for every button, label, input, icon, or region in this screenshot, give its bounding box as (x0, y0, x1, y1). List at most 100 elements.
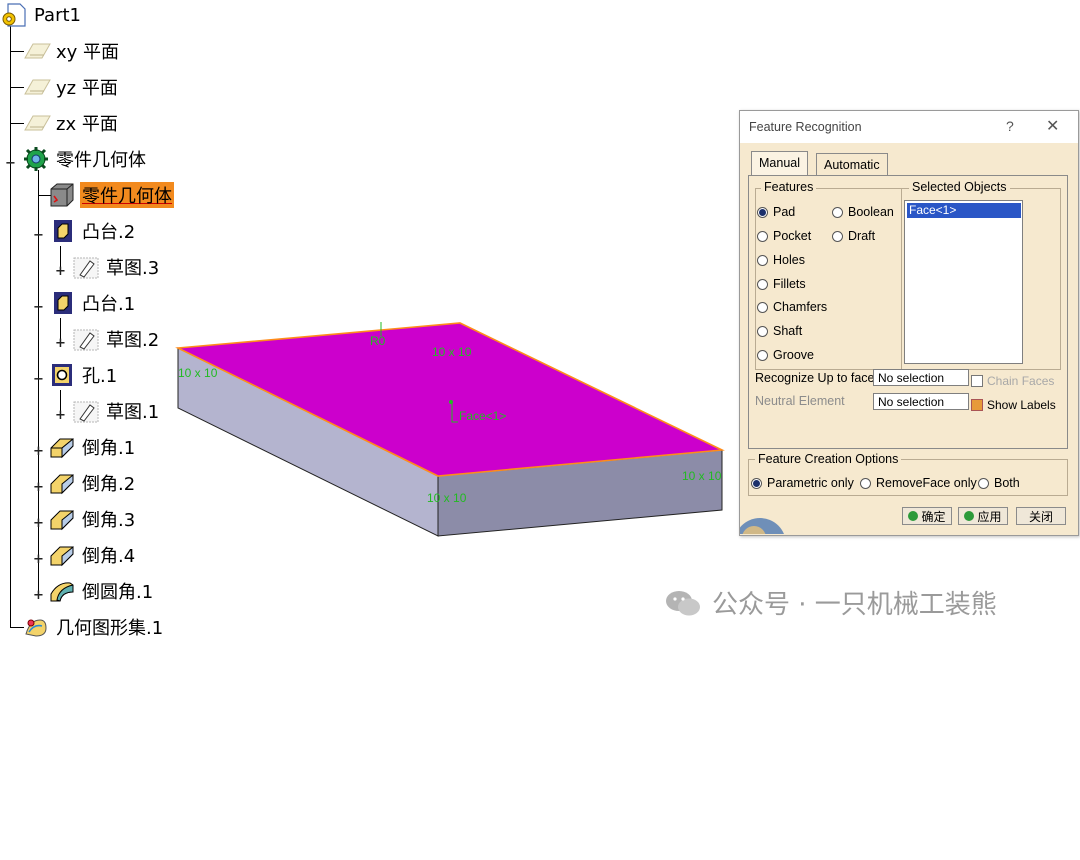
tree-item-pad-2[interactable]: 凸台.2 (48, 216, 137, 246)
neutral-element-field[interactable]: No selection (873, 393, 969, 410)
chain-faces-checkbox[interactable]: Chain Faces (971, 374, 1054, 388)
radio-groove[interactable]: Groove (757, 348, 814, 362)
geoset-label: 几何图形集.1 (56, 618, 164, 639)
tab-manual[interactable]: Manual (751, 151, 808, 176)
feature-recognition-dialog: Feature Recognition ? ✕ Manual Automatic… (739, 110, 1079, 536)
radio-label: Parametric only (767, 476, 854, 490)
radio-label: Boolean (848, 205, 894, 219)
hole-icon (48, 362, 76, 388)
tree-item-sketch-1[interactable]: 草图.1 (72, 396, 161, 426)
tree-item-sketch-3[interactable]: 草图.3 (72, 252, 161, 282)
tree-trunk-line (10, 24, 11, 628)
close-icon[interactable]: ✕ (1046, 116, 1059, 136)
collapse-icon[interactable]: − (33, 301, 44, 314)
dialog-title: Feature Recognition (749, 120, 862, 134)
radio-fillets[interactable]: Fillets (757, 277, 806, 291)
expand-icon[interactable]: + (33, 517, 44, 530)
expand-icon[interactable]: + (33, 445, 44, 458)
radio-draft[interactable]: Draft (832, 229, 875, 243)
face-anchor-dot (449, 400, 453, 404)
radio-label: Pocket (773, 229, 812, 243)
tree-item-zx-plane[interactable]: zx 平面 (22, 108, 120, 138)
radio-parametric-only[interactable]: Parametric only (751, 476, 854, 490)
radio-chamfers[interactable]: Chamfers (757, 300, 827, 314)
tree-item-chamfer-2[interactable]: 倒角.2 (48, 468, 137, 498)
selected-objects-label: Selected Objects (909, 180, 1010, 194)
radio-icon (757, 230, 768, 242)
tree-root-part[interactable]: Part1 (0, 0, 83, 30)
tree-item-body-current[interactable]: 零件几何体 (48, 180, 174, 210)
radio-icon (860, 477, 871, 489)
radio-shaft[interactable]: Shaft (757, 324, 802, 338)
tree-item-chamfer-1[interactable]: 倒角.1 (48, 432, 137, 462)
radio-icon (978, 477, 989, 489)
checkbox-label: Show Labels (987, 398, 1056, 412)
edge-dimension: 10 x 10 (427, 491, 467, 505)
radio-both[interactable]: Both (978, 476, 1020, 490)
list-item-selected[interactable]: Face<1> (907, 203, 1021, 218)
help-button[interactable]: ? (1006, 118, 1014, 134)
tree-item-chamfer-4[interactable]: 倒角.4 (48, 540, 137, 570)
tab-automatic[interactable]: Automatic (816, 153, 888, 176)
selected-body-label: 零件几何体 (80, 182, 174, 208)
radio-icon (832, 230, 843, 242)
edge-dimension: 10 x 10 (682, 469, 722, 483)
radio-pad[interactable]: Pad (757, 205, 795, 219)
radio-label: Groove (773, 348, 814, 362)
radio-removeface-only[interactable]: RemoveFace only (860, 476, 977, 490)
radio-label: Both (994, 476, 1020, 490)
feature-label: 凸台.1 (82, 294, 136, 315)
watermark-text: 公众号 · 一只机械工装熊 (712, 590, 997, 620)
dialog-titlebar[interactable]: Feature Recognition ? ✕ (740, 111, 1078, 143)
chamfer-icon (48, 470, 76, 496)
tree-item-hole-1[interactable]: 孔.1 (48, 360, 119, 390)
tree-item-sketch-2[interactable]: 草图.2 (72, 324, 161, 354)
show-labels-checkbox[interactable]: Show Labels (971, 398, 1056, 412)
radio-label: Shaft (773, 324, 803, 338)
recognize-field[interactable]: No selection (873, 369, 969, 386)
tree-item-chamfer-3[interactable]: 倒角.3 (48, 504, 137, 534)
feature-label: 孔.1 (82, 366, 118, 387)
expand-icon[interactable]: + (33, 589, 44, 602)
sketch-label: 草图.2 (106, 330, 160, 351)
collapse-icon[interactable]: − (5, 157, 16, 170)
collapse-icon[interactable]: − (33, 229, 44, 242)
ok-button[interactable]: 确定 (902, 507, 952, 525)
checkbox-icon (971, 375, 983, 387)
expand-icon[interactable]: + (55, 265, 66, 278)
chamfer-label: 倒角.3 (82, 510, 136, 531)
apply-button[interactable]: 应用 (958, 507, 1008, 525)
chamfer-label: 倒角.1 (82, 438, 136, 459)
sketch-label: 草图.3 (106, 258, 160, 279)
plane-label: xy 平面 (56, 42, 120, 63)
neutral-element-label: Neutral Element (755, 394, 845, 408)
expand-icon[interactable]: + (55, 409, 66, 422)
radio-holes[interactable]: Holes (757, 253, 805, 267)
radio-pocket[interactable]: Pocket (757, 229, 811, 243)
expand-icon[interactable]: + (55, 337, 66, 350)
tree-item-geoset[interactable]: 几何图形集.1 (22, 612, 165, 642)
tree-item-body[interactable]: 零件几何体 (22, 144, 148, 174)
solid-body-icon (48, 182, 76, 208)
radio-boolean[interactable]: Boolean (832, 205, 894, 219)
sketch-icon (72, 254, 100, 280)
features-group-label: Features (761, 180, 817, 194)
tree-item-xy-plane[interactable]: xy 平面 (22, 36, 121, 66)
tree-item-fillet-1[interactable]: 倒圆角.1 (48, 576, 155, 606)
tree-item-pad-1[interactable]: 凸台.1 (48, 288, 137, 318)
expand-icon[interactable]: + (33, 553, 44, 566)
tree-item-yz-plane[interactable]: yz 平面 (22, 72, 120, 102)
fillet-label: 倒圆角.1 (82, 582, 154, 603)
chamfer-label: 倒角.4 (82, 546, 136, 567)
expand-icon[interactable]: + (33, 481, 44, 494)
close-button[interactable]: 关闭 (1016, 507, 1066, 525)
ok-icon (908, 511, 919, 521)
collapse-icon[interactable]: − (33, 373, 44, 386)
chamfer-icon (48, 434, 76, 460)
radio-icon (757, 325, 768, 337)
radio-icon (757, 254, 768, 266)
radio-icon (757, 301, 768, 313)
selected-objects-list[interactable]: Face<1> (904, 200, 1023, 364)
sketch-label: 草图.1 (106, 402, 160, 423)
edge-dimension: 10 x 10 (178, 366, 218, 380)
